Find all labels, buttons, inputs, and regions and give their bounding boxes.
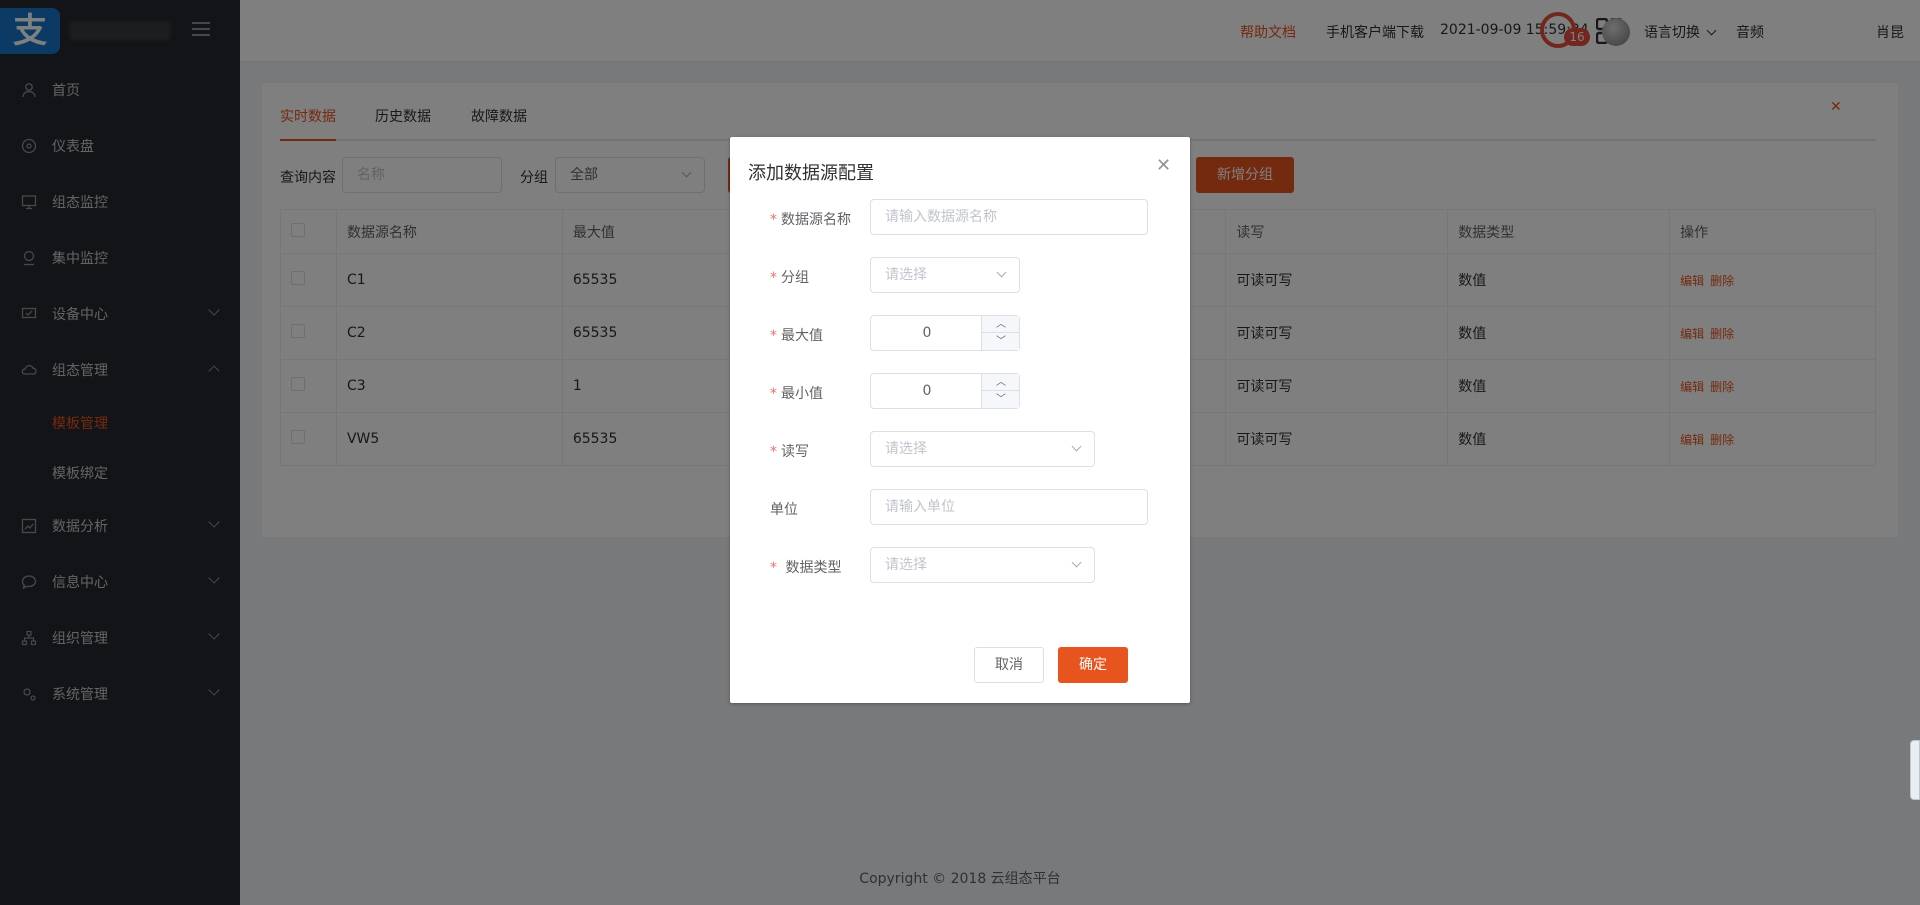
confirm-button[interactable]: 确定 [1058,647,1128,683]
min-label-text: 最小值 [781,386,823,402]
chevron-down-icon [996,267,1007,278]
type-select-placeholder: 请选择 [885,557,927,573]
rw-label-text: 读写 [781,444,809,460]
dialog-title: 添加数据源配置 [748,163,874,184]
group-label-text: 分组 [781,270,809,286]
min-value[interactable]: 0 [871,374,983,408]
name-label-text: 数据源名称 [781,212,851,228]
min-stepper[interactable]: 0 ︿ ﹀ [870,373,1020,409]
rw-select[interactable]: 请选择 [870,431,1095,467]
increment-icon[interactable]: ︿ [982,316,1020,333]
required-mark: * [770,386,777,402]
required-mark: * [770,212,777,228]
side-drawer-handle[interactable] [1910,740,1920,800]
type-field-label: * 数据类型 [730,557,860,577]
max-label-text: 最大值 [781,328,823,344]
decrement-icon[interactable]: ﹀ [982,391,1020,408]
min-stepper-buttons: ︿ ﹀ [981,374,1020,408]
group-field-label: * 分组 [730,267,860,287]
unit-field[interactable]: 请输入单位 [870,489,1148,525]
increment-icon[interactable]: ︿ [982,374,1020,391]
decrement-icon[interactable]: ﹀ [982,333,1020,350]
group-select[interactable]: 请选择 [870,257,1020,293]
required-mark: * [770,560,777,576]
required-mark: * [770,270,777,286]
name-field[interactable]: 请输入数据源名称 [870,199,1148,235]
unit-field-label: 单位 [770,502,798,518]
type-select[interactable]: 请选择 [870,547,1095,583]
required-mark: * [770,444,777,460]
max-value[interactable]: 0 [871,316,983,350]
cancel-button[interactable]: 取消 [974,647,1044,683]
min-field-label: * 最小值 [730,383,860,403]
name-field-label: * 数据源名称 [730,209,860,229]
group-select-placeholder: 请选择 [885,267,927,283]
max-stepper[interactable]: 0 ︿ ﹀ [870,315,1020,351]
required-mark: * [770,328,777,344]
chevron-down-icon [1071,557,1082,568]
max-field-label: * 最大值 [730,325,860,345]
chevron-down-icon [1071,441,1082,452]
type-label-text: 数据类型 [785,560,842,576]
rw-field-label: * 读写 [730,441,860,461]
max-stepper-buttons: ︿ ﹀ [981,316,1020,350]
rw-select-placeholder: 请选择 [885,441,927,457]
add-datasource-dialog: 添加数据源配置 ✕ * 数据源名称 请输入数据源名称 * 分组 请选择 * 最大值 0… [730,137,1190,703]
dialog-close-icon[interactable]: ✕ [1156,155,1171,176]
